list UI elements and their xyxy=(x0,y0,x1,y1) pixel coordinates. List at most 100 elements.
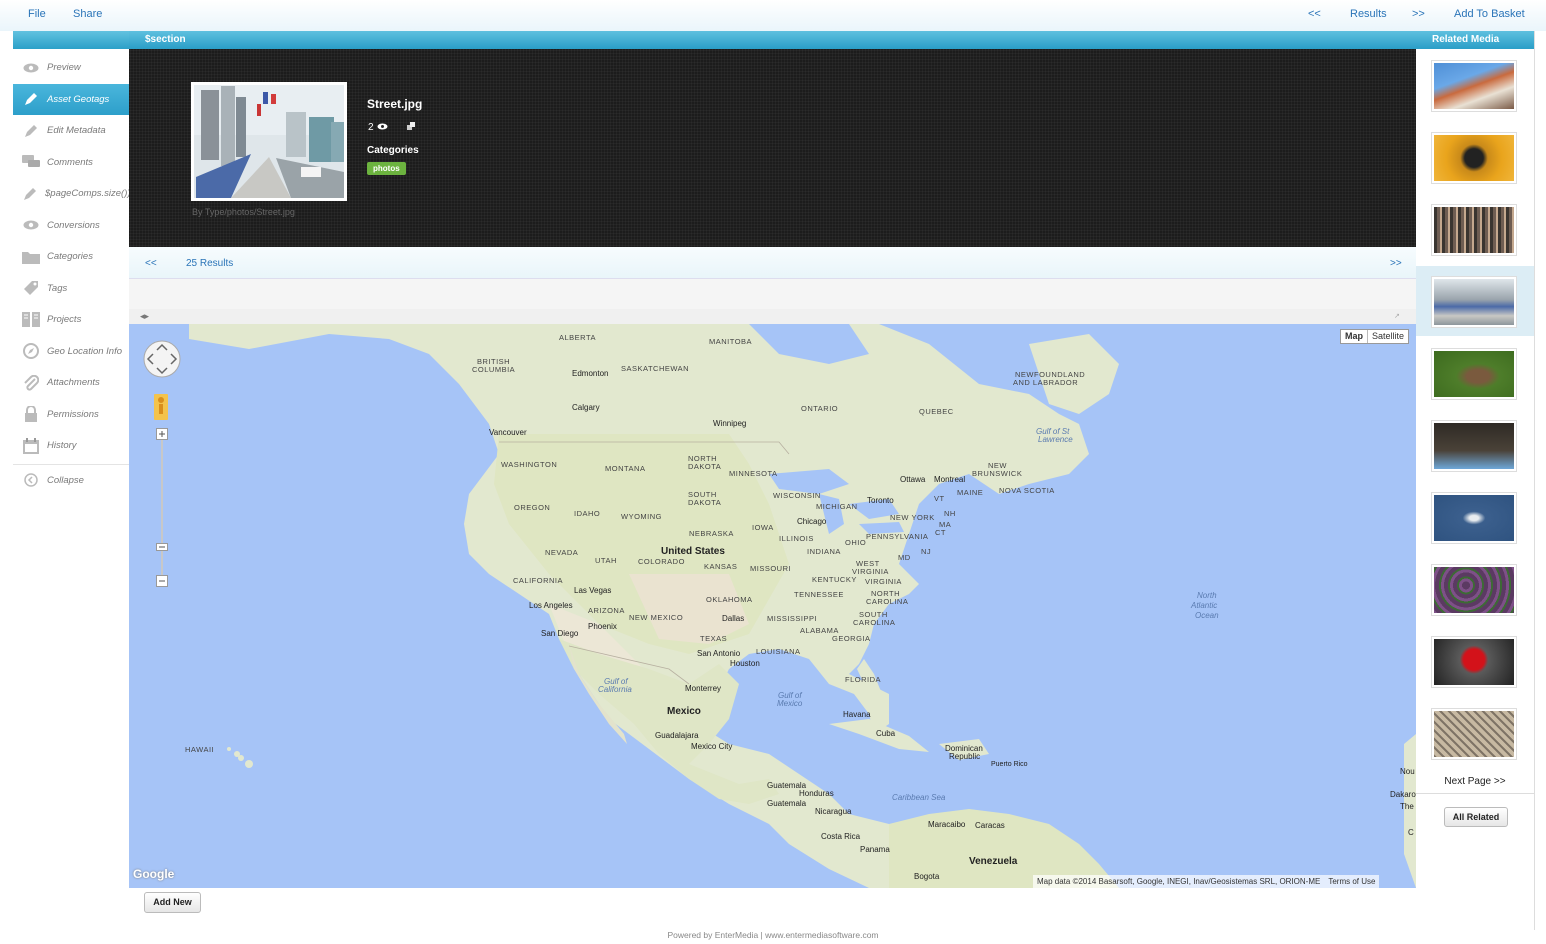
map-city: Phoenix xyxy=(588,622,617,631)
sidebar-item-collapse[interactable]: Collapse xyxy=(13,465,129,497)
map-label: TENNESSEE xyxy=(794,590,844,599)
sidebar-item-label: $pageComps.size()) xyxy=(45,188,131,200)
pager-prev[interactable]: << xyxy=(145,258,157,269)
sidebar-item-comments[interactable]: Comments xyxy=(13,147,129,179)
resize-arrows-icon[interactable]: ◂▸ xyxy=(140,311,149,322)
left-frame xyxy=(0,31,14,915)
map-label: NJ xyxy=(921,547,932,556)
map-water: Caribbean Sea xyxy=(892,793,946,802)
related-thumbnail[interactable] xyxy=(1431,420,1517,472)
map-type-satellite-button[interactable]: Satellite xyxy=(1368,330,1408,343)
map-city: Houston xyxy=(730,659,760,668)
map-label: BRUNSWICK xyxy=(972,469,1023,478)
related-thumbnail[interactable] xyxy=(1431,132,1517,184)
map-city: Nicaragua xyxy=(815,807,852,816)
all-related-button[interactable]: All Related xyxy=(1444,807,1508,827)
map-label: COLUMBIA xyxy=(472,365,516,374)
pan-control[interactable] xyxy=(143,340,181,381)
results-link[interactable]: Results xyxy=(1350,8,1387,20)
map-city: Mexico City xyxy=(691,742,733,751)
next-result-link[interactable]: >> xyxy=(1412,8,1425,20)
pencil-icon xyxy=(22,186,38,202)
map-label: MANITOBA xyxy=(709,337,753,346)
related-next-page-link[interactable]: Next Page >> xyxy=(1416,776,1534,787)
street-view-pegman-icon[interactable] xyxy=(154,394,168,423)
related-thumbnail[interactable] xyxy=(1431,60,1517,112)
sidebar-item-label: Projects xyxy=(47,314,82,326)
prev-result-link[interactable]: << xyxy=(1308,8,1321,20)
related-thumbnail[interactable] xyxy=(1431,708,1517,760)
map-label: WYOMING xyxy=(621,512,662,521)
sidebar-item-geo-location-info[interactable]: Geo Location Info xyxy=(13,336,129,368)
related-thumbnail[interactable] xyxy=(1431,564,1517,616)
share-menu[interactable]: Share xyxy=(73,8,102,20)
map-footer xyxy=(129,888,1416,915)
map-label: KANSAS xyxy=(704,562,738,571)
map-city: The xyxy=(1400,802,1414,811)
map-label: NEBRASKA xyxy=(689,529,734,538)
file-menu[interactable]: File xyxy=(28,8,46,20)
sidebar-item-label: Preview xyxy=(47,62,81,74)
pager-next[interactable]: >> xyxy=(1390,258,1402,269)
divider xyxy=(1416,793,1534,794)
sidebar-item-attachments[interactable]: Attachments xyxy=(13,367,129,399)
map-label: DAKOTA xyxy=(688,498,722,507)
sidebar-item-tags[interactable]: Tags xyxy=(13,273,129,305)
map-city: Caracas xyxy=(975,821,1005,830)
map-label: OKLAHOMA xyxy=(706,595,753,604)
zoom-slider-track[interactable] xyxy=(161,440,163,580)
sidebar-item-label: Edit Metadata xyxy=(47,125,106,137)
map-label: VIRGINIA xyxy=(852,567,889,576)
sidebar-item-projects[interactable]: Projects xyxy=(13,304,129,336)
map-label: CT xyxy=(935,528,946,537)
map-city: Winnipeg xyxy=(713,419,747,428)
categories-heading: Categories xyxy=(367,145,419,156)
related-thumbnail[interactable] xyxy=(1431,348,1517,400)
view-count-value: 2 xyxy=(368,122,374,133)
map-water: Mexico xyxy=(777,699,803,708)
category-badge[interactable]: photos xyxy=(367,162,406,175)
geotag-map[interactable]: ALBERTA MANITOBA BRITISH COLUMBIA SASKAT… xyxy=(129,324,1416,888)
section-title: $section xyxy=(145,34,186,45)
sidebar-item-edit-metadata[interactable]: Edit Metadata xyxy=(13,115,129,147)
map-label: IDAHO xyxy=(574,509,601,518)
related-thumbnail[interactable] xyxy=(1431,204,1517,256)
zoom-slider-handle[interactable] xyxy=(156,542,168,554)
map-city: Havana xyxy=(843,710,871,719)
map-city: Costa Rica xyxy=(821,832,861,841)
map-label: OREGON xyxy=(514,503,551,512)
map-city: Honduras xyxy=(799,789,834,798)
map-city: Maracaibo xyxy=(928,820,966,829)
share-icon[interactable] xyxy=(406,122,415,133)
sidebar-item-categories[interactable]: Categories xyxy=(13,241,129,273)
zoom-out-button[interactable] xyxy=(156,575,168,590)
asset-name: Street.jpg xyxy=(367,97,423,111)
related-thumbnail-selected[interactable] xyxy=(1431,276,1517,328)
sidebar-item-asset-geotags[interactable]: Asset Geotags xyxy=(13,83,135,115)
map-city: Republic xyxy=(949,752,981,761)
terms-of-use-link[interactable]: Terms of Use xyxy=(1328,877,1375,886)
sidebar-item-permissions[interactable]: Permissions xyxy=(13,399,129,431)
map-city: Los Angeles xyxy=(529,601,573,610)
add-new-button[interactable]: Add New xyxy=(144,892,201,913)
add-to-basket-link[interactable]: Add To Basket xyxy=(1454,8,1525,20)
resize-corner-icon[interactable]: ↗ xyxy=(1394,312,1400,320)
sidebar-item-preview[interactable]: Preview xyxy=(13,52,129,84)
map-label: MICHIGAN xyxy=(816,502,858,511)
map-label: GEORGIA xyxy=(832,634,871,643)
related-thumbnail[interactable] xyxy=(1431,492,1517,544)
sidebar-item-conversions[interactable]: Conversions xyxy=(13,210,129,242)
map-water: Lawrence xyxy=(1038,435,1073,444)
pager-results[interactable]: 25 Results xyxy=(186,258,233,269)
sidebar-item-page-comps[interactable]: $pageComps.size()) xyxy=(13,178,131,210)
map-label: UTAH xyxy=(595,556,617,565)
related-media-header: Related Media xyxy=(1416,31,1534,49)
map-label: DAKOTA xyxy=(688,462,722,471)
map-type-map-button[interactable]: Map xyxy=(1341,330,1368,343)
asset-thumbnail[interactable] xyxy=(191,82,347,201)
eye-icon xyxy=(22,217,40,233)
map-water: Ocean xyxy=(1195,611,1219,620)
sidebar-item-history[interactable]: History xyxy=(13,430,129,462)
map-city: Nou xyxy=(1400,767,1415,776)
related-thumbnail[interactable] xyxy=(1431,636,1517,688)
